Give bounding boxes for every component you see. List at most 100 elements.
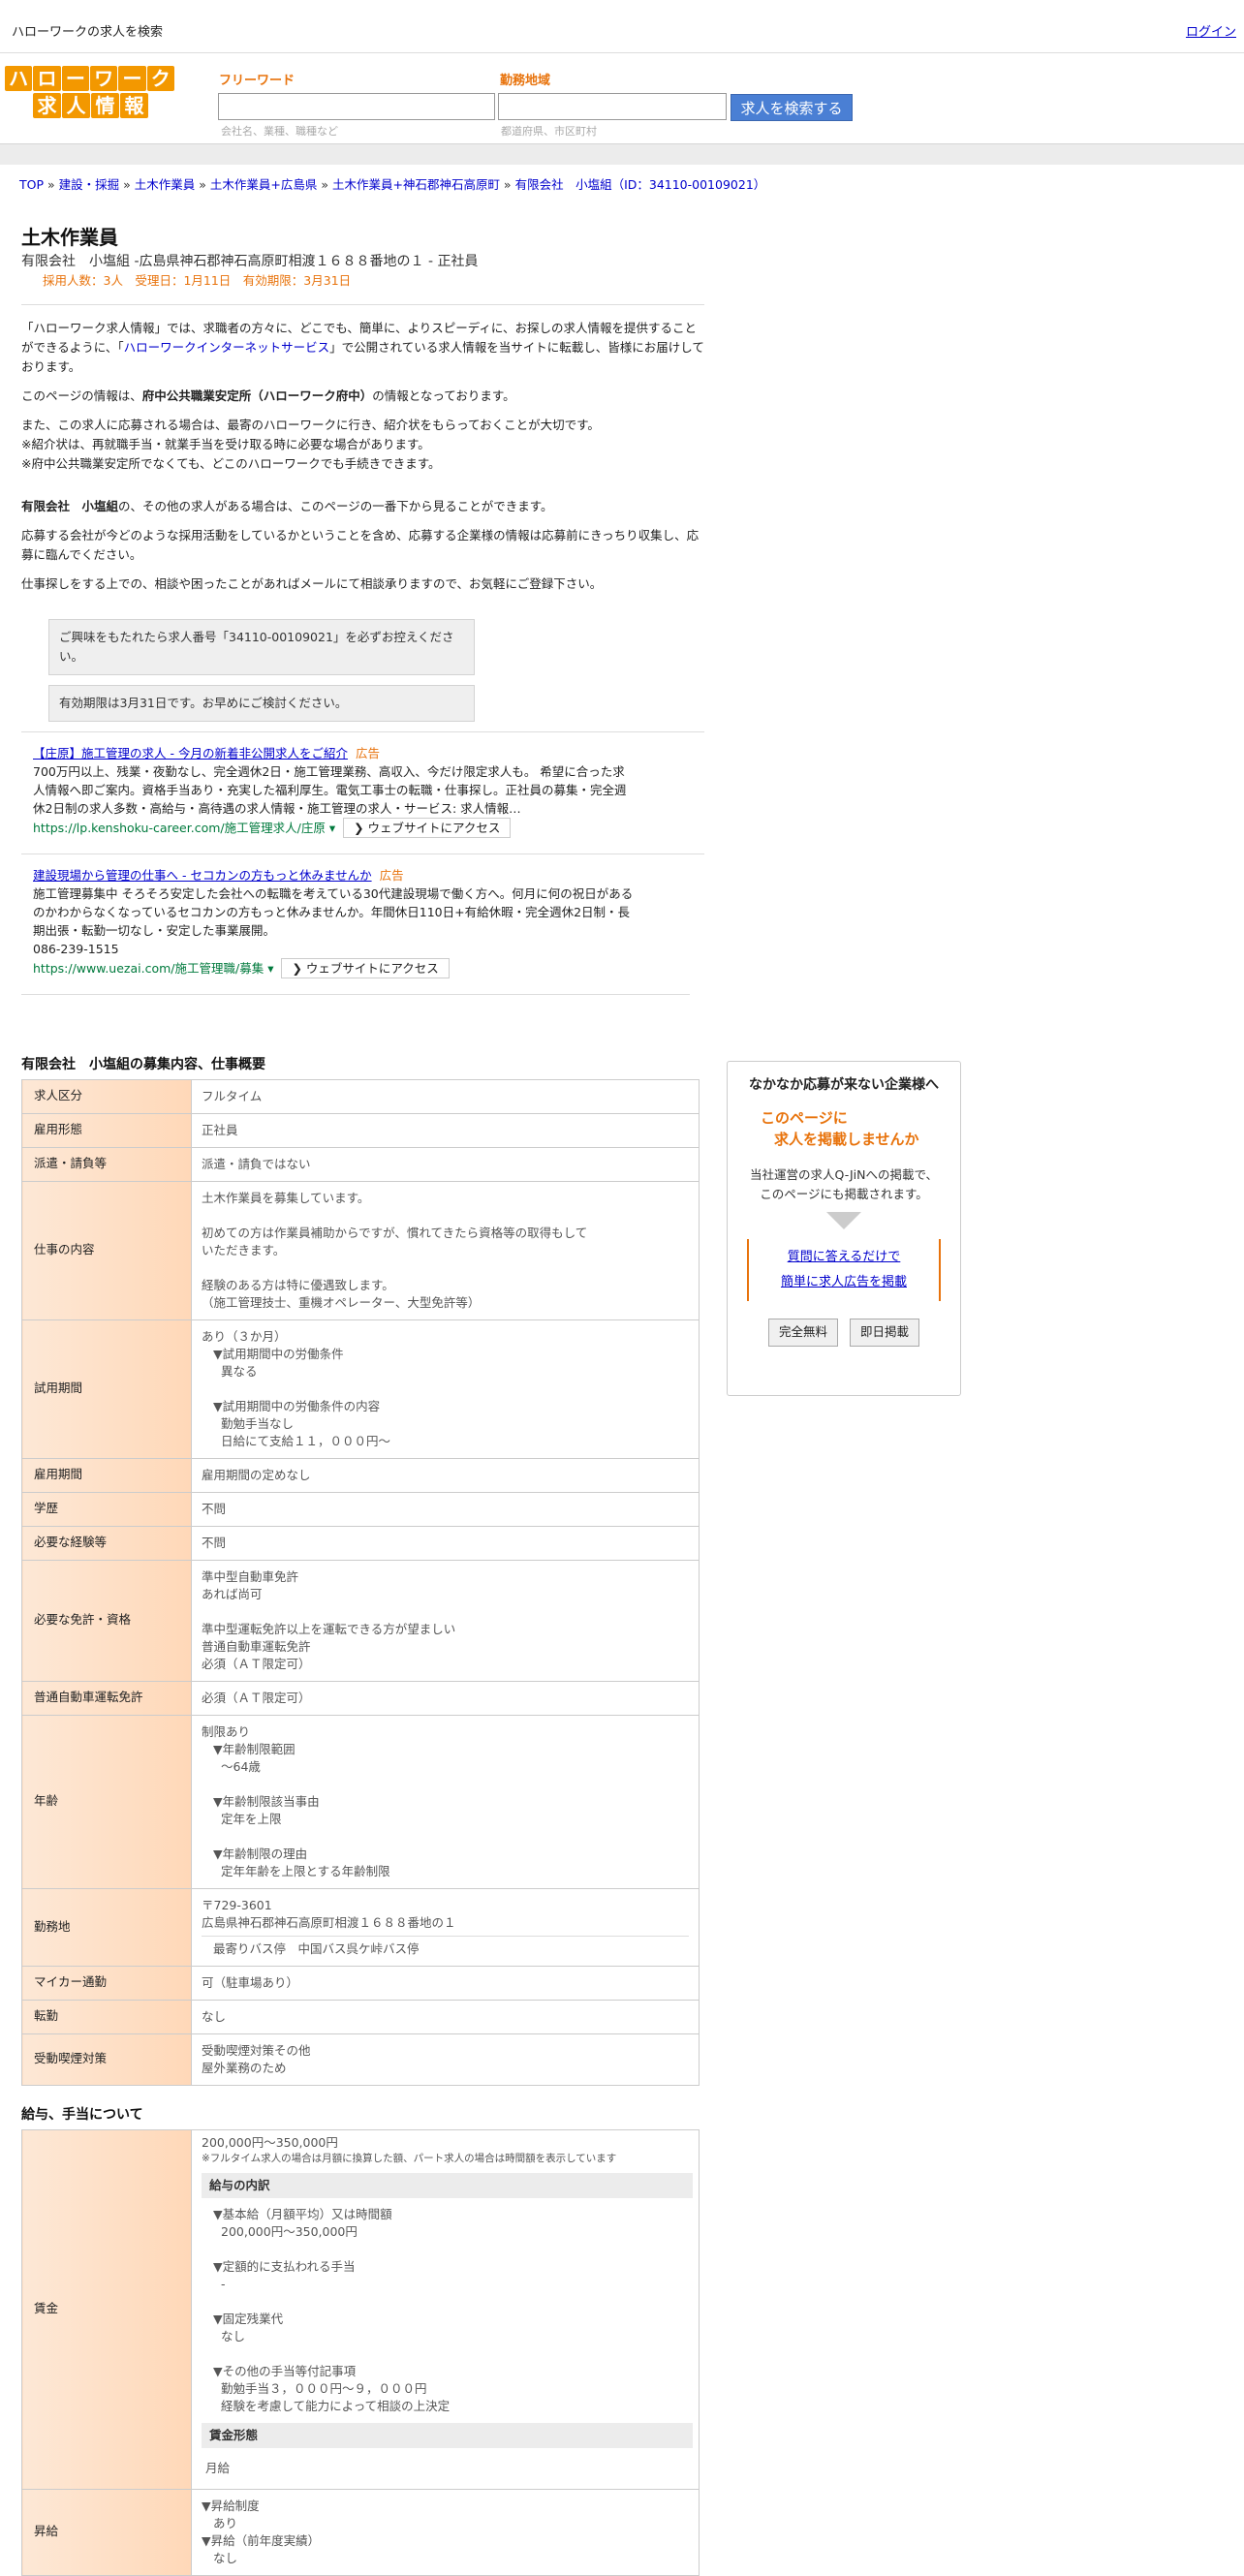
advertise-promo: なかなか応募が来ない企業様へ このページに 求人を掲載しませんか 当社運営の求人… (727, 1061, 961, 1396)
job-meta: 採用人数：3人 受理日：1月11日 有効期限：3月31日 (43, 273, 352, 288)
promo-highlight: このページに 求人を掲載しませんか (761, 1109, 919, 1148)
visit-website-button[interactable]: ❯ ウェブサイトにアクセス (281, 957, 450, 978)
logo-char: ハ (5, 66, 33, 91)
header: ハ ロ ー ワ ー ク 求 人 情 報 フリーワード 会社名、業種、職種など 勤… (0, 54, 1244, 143)
promo-links: 質問に答えるだけで 簡単に求人広告を掲載 (747, 1239, 941, 1301)
row-value: 正社員 (191, 1112, 700, 1148)
intro-paragraph: 応募する会社が今どのような採用活動をしているかということを含め、応募する企業様の… (21, 527, 700, 562)
hellowork-logo[interactable]: ハ ロ ー ワ ー ク 求 人 情 報 (5, 66, 175, 120)
ad-url[interactable]: https://www.uezai.com/施工管理職/募集 (33, 961, 264, 976)
table-row: 受動喫煙対策 受動喫煙対策その他 屋外業務のため (21, 2033, 700, 2086)
overview-table: 求人区分 フルタイム 雇用形態 正社員 派遣・請負等 派遣・請負ではない 仕事の内容 … (21, 1078, 700, 2086)
ad-tag: 広告 (379, 867, 404, 883)
same-day-button[interactable]: 即日掲載 (850, 1319, 920, 1347)
salary-table: 賃金 200,000円〜350,000円 ※フルタイム求人の場合は月額に換算した… (21, 2128, 700, 2576)
divider (21, 730, 704, 732)
divider (21, 853, 704, 854)
freeword-hint: 会社名、業種、職種など (221, 125, 338, 138)
row-label: 転勤 (21, 1999, 192, 2034)
table-row: 転勤 なし (21, 1999, 700, 2034)
row-value: 〒729-3601 広島県神石郡神石高原町相渡１６８８番地の１ 最寄りバス停 中… (191, 1887, 700, 1967)
header-divider (0, 143, 1244, 165)
row-label: 普通自動車運転免許 (21, 1680, 192, 1716)
table-row: 雇用形態 正社員 (21, 1112, 700, 1148)
promo-link-questions[interactable]: 質問に答えるだけで (749, 1245, 939, 1270)
row-label: 派遣・請負等 (21, 1146, 192, 1182)
job-company-line: 有限会社 小塩組 -広島県神石郡神石高原町相渡１６８８番地の１ - 正社員 (21, 254, 479, 269)
row-label: 学歴 (21, 1491, 192, 1527)
row-value: フルタイム (191, 1078, 700, 1114)
freeword-label: フリーワード (219, 74, 295, 88)
row-value: 準中型自動車免許 あれば尚可 準中型運転免許以上を運転できる方が望ましい 普通自… (191, 1559, 700, 1682)
row-label: 試用期間 (21, 1319, 192, 1459)
ad-body: 施工管理募集中 そろそろ安定した会社への転職を考えている30代建設現場で働く方へ… (33, 885, 634, 938)
logo-char: ク (146, 66, 174, 91)
row-label: マイカー通勤 (21, 1965, 192, 2001)
row-label: 雇用期間 (21, 1457, 192, 1493)
row-value: 必須（ＡＴ限定可） (191, 1680, 700, 1716)
table-row: 勤務地 〒729-3601 広島県神石郡神石高原町相渡１６８８番地の１ 最寄りバ… (21, 1887, 700, 1967)
intro-paragraph: 「ハローワーク求人情報」では、求職者の方々に、どこでも、簡単に、よりスピーディに… (21, 320, 704, 374)
ad-block: 【庄原】施工管理の求人 - 今月の新着非公開求人をご紹介 広告 700万円以上、残… (21, 738, 704, 848)
row-value: ▼昇給制度 あり ▼昇給（前年度実績） なし (191, 2488, 700, 2576)
ad-title-link[interactable]: 建設現場から管理の仕事へ - セコカンの方もっと休みませんか (33, 868, 372, 883)
site-title: ハローワークの求人を検索 (12, 25, 164, 40)
row-value: あり（３か月） ▼試用期間中の労働条件 異なる ▼試用期間中の労働条件の内容 勤… (191, 1319, 700, 1459)
free-button[interactable]: 完全無料 (767, 1319, 838, 1347)
intro: 「ハローワーク求人情報」では、求職者の方々に、どこでも、簡単に、よりスピーディに… (21, 319, 704, 594)
promo-link-post-ad[interactable]: 簡単に求人広告を掲載 (749, 1270, 939, 1295)
row-value: 200,000円〜350,000円 ※フルタイム求人の場合は月額に換算した額、パ… (191, 2128, 700, 2490)
row-value: 不問 (191, 1525, 700, 1561)
breadcrumb-occupation[interactable]: 土木作業員 (135, 177, 196, 192)
table-row: マイカー通勤 可（駐車場あり） (21, 1965, 700, 2001)
location-input[interactable] (498, 93, 727, 120)
row-label: 必要な経験等 (21, 1525, 192, 1561)
login-link[interactable]: ログイン (1186, 23, 1236, 43)
breadcrumb: TOP » 建設・採掘 » 土木作業員 » 土木作業員+広島県 » 土木作業員+… (19, 177, 766, 192)
freeword-input[interactable] (218, 93, 495, 120)
ad-url[interactable]: https://lp.kenshoku-career.com/施工管理求人/庄原 (33, 821, 326, 835)
breadcrumb-prefecture[interactable]: 土木作業員+広島県 (210, 177, 317, 192)
logo-char: ー (61, 66, 89, 91)
intro-paragraph: また、この求人に応募される場合は、最寄のハローワークに行き、紹介状をもらっておく… (21, 417, 600, 471)
row-label: 仕事の内容 (21, 1180, 192, 1320)
promo-title: なかなか応募が来ない企業様へ (749, 1077, 939, 1093)
logo-char: ワ (89, 66, 118, 91)
salary-title: 給与、手当について (21, 2106, 143, 2123)
breadcrumb-top[interactable]: TOP (19, 177, 44, 192)
row-value: 派遣・請負ではない (191, 1146, 700, 1182)
logo-char: ロ (33, 66, 61, 91)
breadcrumb-category[interactable]: 建設・採掘 (59, 177, 120, 192)
location-label: 勤務地域 (500, 74, 551, 88)
breadcrumb-city[interactable]: 土木作業員+神石郡神石高原町 (332, 177, 500, 192)
row-label: 雇用形態 (21, 1112, 192, 1148)
ad-tag: 広告 (355, 745, 380, 760)
search-button[interactable]: 求人を検索する (731, 94, 853, 121)
deadline-note: 有効期限は3月31日です。お早めにご検討ください。 (48, 684, 475, 722)
table-row: 派遣・請負等 派遣・請負ではない (21, 1146, 700, 1182)
table-row: 必要な免許・資格 準中型自動車免許 あれば尚可 準中型運転免許以上を運転できる方… (21, 1559, 700, 1682)
row-value: 不問 (191, 1491, 700, 1527)
hellowork-internet-link[interactable]: ハローワークインターネットサービス (124, 340, 330, 355)
ad-phone: 086-239-1515 (33, 941, 119, 956)
top-bar: ハローワークの求人を検索 ログイン (0, 0, 1244, 53)
location-hint: 都道府県、市区町村 (501, 125, 597, 138)
row-value: 受動喫煙対策その他 屋外業務のため (191, 2033, 700, 2086)
visit-website-button[interactable]: ❯ ウェブサイトにアクセス (343, 817, 512, 838)
ad-title-link[interactable]: 【庄原】施工管理の求人 - 今月の新着非公開求人をご紹介 (33, 746, 348, 760)
table-row: 試用期間 あり（３か月） ▼試用期間中の労働条件 異なる ▼試用期間中の労働条件… (21, 1319, 700, 1459)
logo-char: 報 (120, 93, 148, 118)
row-value: 制限あり ▼年齢制限範囲 〜64歳 ▼年齢制限該当事由 定年を上限 ▼年齢制限の… (191, 1714, 700, 1889)
table-row: 学歴 不問 (21, 1491, 700, 1527)
intro-paragraph: 仕事探しをする上での、相談や困ったことがあればメールにて相談承りますので、お気軽… (21, 575, 603, 591)
breadcrumb-company[interactable]: 有限会社 小塩組（ID：34110-00109021） (515, 177, 766, 192)
row-value: 土木作業員を募集しています。 初めての方は作業員補助からですが、慣れてきたら資格… (191, 1180, 700, 1320)
row-label: 受動喫煙対策 (21, 2033, 192, 2086)
row-value: 可（駐車場あり） (191, 1965, 700, 2001)
table-row: 求人区分 フルタイム (21, 1078, 700, 1114)
logo-char: ー (118, 66, 146, 91)
table-row: 賃金 200,000円〜350,000円 ※フルタイム求人の場合は月額に換算した… (21, 2128, 700, 2490)
ad-block: 建設現場から管理の仕事へ - セコカンの方もっと休みませんか 広告 施工管理募集中… (21, 860, 704, 988)
table-row: 仕事の内容 土木作業員を募集しています。 初めての方は作業員補助からですが、慣れ… (21, 1180, 700, 1320)
row-label: 年齢 (21, 1714, 192, 1889)
